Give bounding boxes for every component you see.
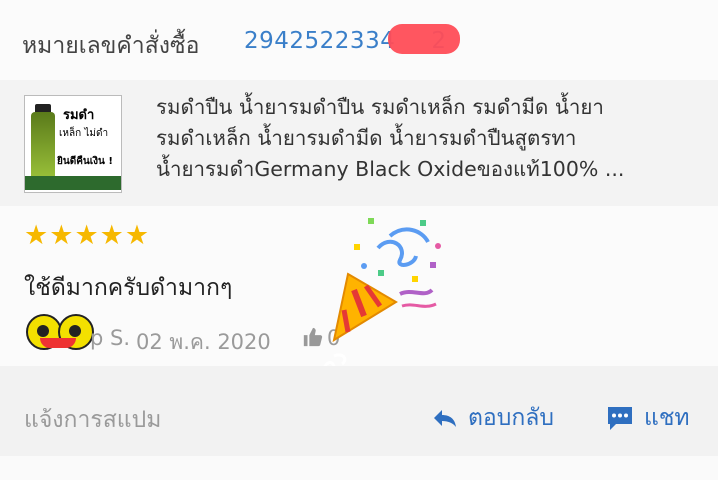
bottom-strip — [0, 456, 718, 480]
star-icon: ★ — [49, 220, 74, 251]
star-icon: ★ — [74, 220, 99, 251]
redaction-mark — [388, 24, 460, 54]
order-number-label: หมายเลขคำสั่งซื้อ — [22, 33, 200, 59]
review-date: 02 พ.ค. 2020 — [136, 330, 271, 354]
reply-button[interactable]: ตอบกลับ — [432, 400, 554, 436]
thumbnail-text-2: เหล็ก ไม่ดำ — [59, 128, 109, 139]
reply-arrow-icon — [434, 410, 456, 427]
thumbnail-text-1: รมดำ — [63, 108, 95, 123]
reviewer-name: p S. — [90, 326, 131, 350]
thumbnail-text-3: ยินดีคืนเงิน ! — [57, 156, 113, 167]
chat-bubble-icon — [608, 407, 632, 430]
review-text: ใช้ดีมากครับดำมากๆ — [24, 275, 233, 301]
star-icon: ★ — [124, 220, 150, 251]
rating-stars: ★ ★ ★ ★ ★ — [24, 222, 149, 250]
star-icon: ★ — [99, 220, 124, 251]
action-row: แจ้งการสแปม ตอบกลับ แชท — [0, 366, 718, 456]
chat-label: แชท — [644, 405, 690, 431]
report-spam-button[interactable]: แจ้งการสแปม — [24, 402, 161, 438]
product-title-line: น้ำยารมดำGermany Black Oxideของแท้100% .… — [156, 157, 625, 181]
product-row[interactable]: รมดำ เหล็ก ไม่ดำ ยินดีคืนเงิน ! รมดำปืน … — [0, 80, 718, 206]
avatar — [18, 312, 96, 352]
product-title-line: รมดำปืน น้ำยารมดำปืน รมดำเหล็ก รมดำมีด น… — [156, 95, 604, 119]
product-title[interactable]: รมดำปืน น้ำยารมดำปืน รมดำเหล็ก รมดำมีด น… — [156, 92, 706, 185]
reply-label: ตอบกลับ — [468, 405, 554, 431]
product-title-line: รมดำเหล็ก น้ำยารมดำมีด น้ำยารมดำปืนสูตรท… — [156, 126, 577, 150]
chat-button[interactable]: แชท — [606, 400, 690, 436]
product-thumbnail[interactable]: รมดำ เหล็ก ไม่ดำ ยินดีคืนเงิน ! — [24, 95, 122, 193]
party-popper-icon — [322, 218, 441, 375]
order-number-row: หมายเลขคำสั่งซื้อ 29425223342 — [0, 0, 718, 80]
star-icon: ★ — [24, 220, 49, 251]
